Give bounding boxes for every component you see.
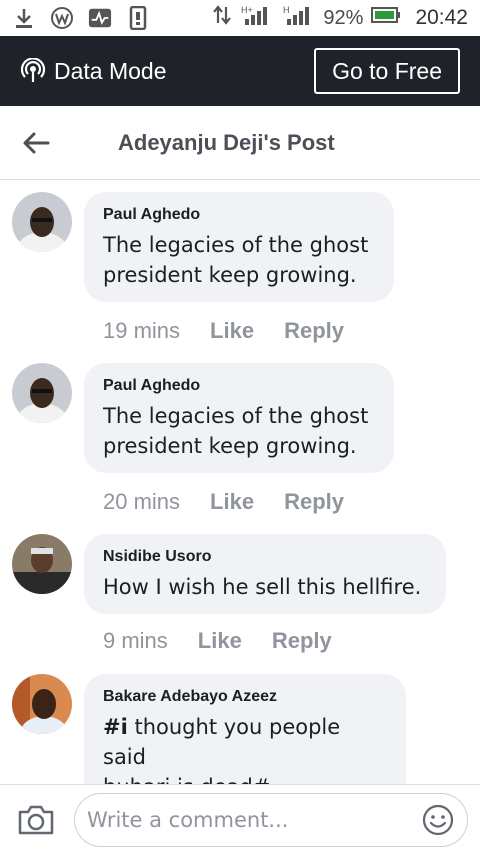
comment-time: 19 mins [103, 318, 181, 343]
avatar[interactable] [12, 534, 72, 594]
signal-1-icon: H+ [239, 4, 273, 32]
comment-bubble[interactable]: Paul Aghedo The legacies of the ghost pr… [84, 192, 394, 302]
comment-time: 9 mins [103, 628, 168, 653]
avatar[interactable] [12, 674, 72, 734]
avatar[interactable] [12, 363, 72, 423]
like-button[interactable]: Like [210, 318, 254, 344]
comment-author[interactable]: Paul Aghedo [103, 204, 374, 226]
go-to-free-button[interactable]: Go to Free [314, 48, 460, 94]
comment-text: The legacies of the ghost president keep… [103, 233, 369, 287]
comment-bubble[interactable]: Paul Aghedo The legacies of the ghost pr… [84, 363, 394, 473]
comment-author[interactable]: Bakare Adebayo Azeez [103, 686, 386, 708]
comment-input[interactable] [87, 807, 421, 832]
battery-icon [371, 6, 401, 30]
reply-button[interactable]: Reply [284, 489, 344, 515]
comment-text: How I wish he sell this hellfire. [103, 575, 422, 599]
back-arrow-icon[interactable] [0, 106, 72, 180]
activity-icon [88, 6, 112, 30]
comment-composer [0, 784, 480, 854]
comment-input-wrapper [74, 792, 468, 847]
data-mode-bar: Data Mode Go to Free [0, 36, 480, 106]
comment-bubble[interactable]: Bakare Adebayo Azeez #i thought you peop… [84, 674, 406, 784]
comment-actions: 19 mins Like Reply [103, 318, 344, 344]
post-header: Adeyanju Deji's Post [0, 106, 480, 180]
status-bar: H+ H 92% 20:42 [0, 0, 480, 36]
like-button[interactable]: Like [198, 628, 242, 654]
comment-time: 20 mins [103, 489, 181, 514]
avatar[interactable] [12, 192, 72, 252]
data-transfer-icon [213, 5, 232, 31]
broadcast-icon [20, 57, 46, 84]
camera-icon[interactable] [12, 796, 60, 844]
comment-actions: 20 mins Like Reply [103, 489, 344, 515]
comment-text: The legacies of the ghost president keep… [103, 404, 369, 458]
comment-actions: 9 mins Like Reply [103, 628, 332, 654]
wordpress-icon [50, 6, 74, 30]
comment-list: Paul Aghedo The legacies of the ghost pr… [0, 180, 480, 784]
page-title: Adeyanju Deji's Post [118, 129, 335, 155]
sim-icon [126, 6, 150, 30]
reply-button[interactable]: Reply [272, 628, 332, 654]
download-icon [12, 6, 36, 30]
svg-text:H+: H+ [241, 5, 253, 15]
comment-author[interactable]: Paul Aghedo [103, 375, 374, 397]
comment-text: #i thought you people said buhari is dea… [103, 715, 341, 784]
svg-text:H: H [283, 5, 290, 15]
like-button[interactable]: Like [210, 489, 254, 515]
signal-2-icon: H [281, 4, 315, 32]
reply-button[interactable]: Reply [284, 318, 344, 344]
clock: 20:42 [415, 6, 468, 29]
comment-author[interactable]: Nsidibe Usoro [103, 546, 426, 568]
battery-percent: 92% [323, 6, 364, 29]
comment-bubble[interactable]: Nsidibe Usoro How I wish he sell this he… [84, 534, 446, 614]
data-mode-label: Data Mode [54, 57, 167, 84]
emoji-icon[interactable] [421, 803, 455, 837]
